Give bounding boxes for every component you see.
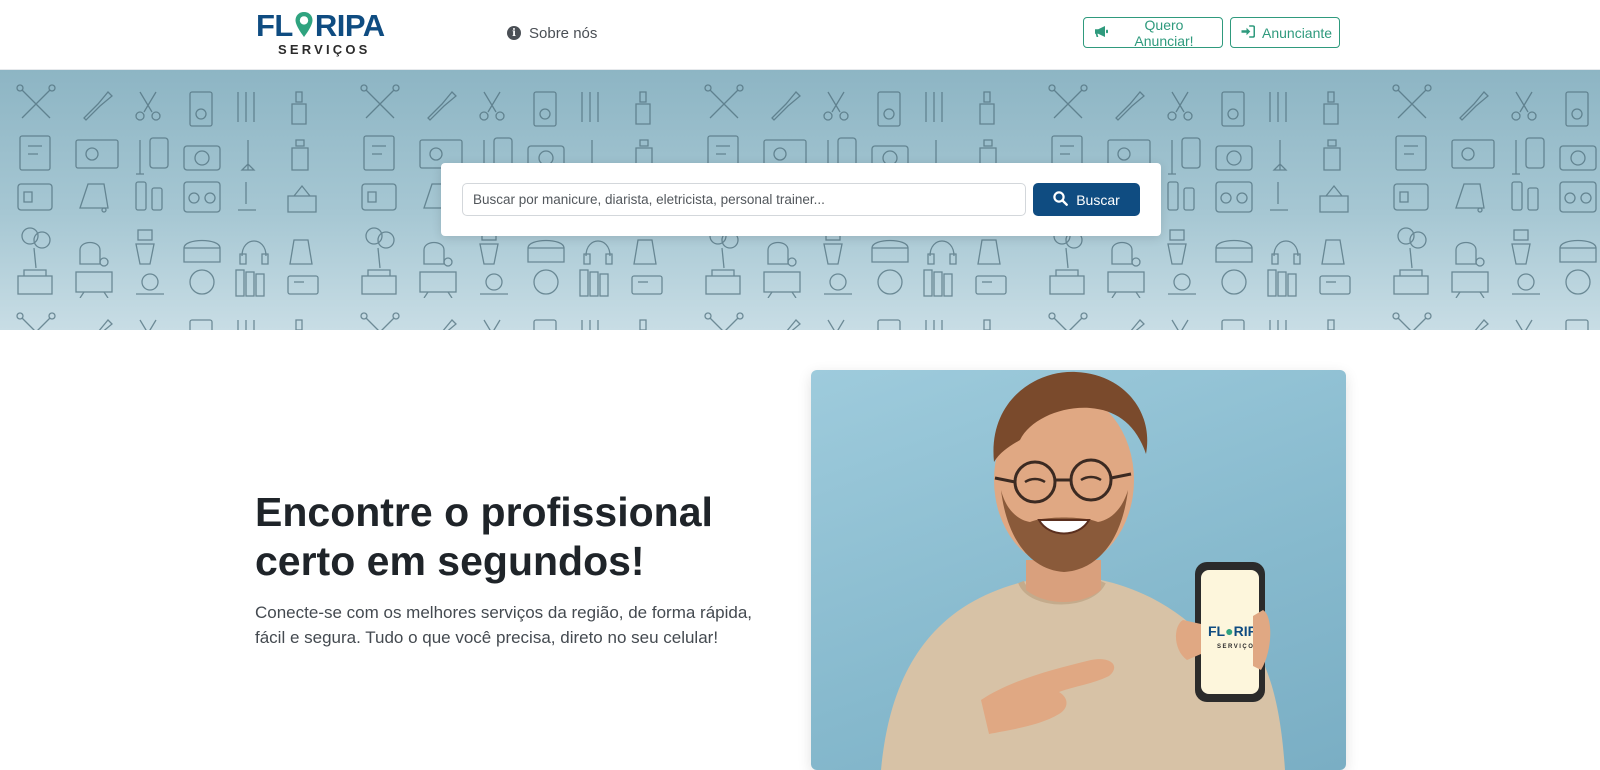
top-navbar: FL RIPA SERVIÇOS i Sobre nós Quero Anunci…: [0, 0, 1600, 70]
search-input[interactable]: [462, 183, 1026, 216]
logo-text-start: FL: [256, 8, 293, 43]
advertiser-label: Anunciante: [1262, 24, 1333, 41]
info-icon: i: [507, 26, 521, 40]
bullhorn-icon: [1094, 25, 1109, 41]
search-card: Buscar: [441, 163, 1161, 236]
advertise-button[interactable]: Quero Anunciar!: [1083, 16, 1223, 49]
logo-text-end: RIPA: [314, 8, 385, 43]
map-pin-icon: [294, 11, 314, 39]
hero-banner: Buscar: [0, 70, 1600, 330]
about-label: Sobre nós: [529, 24, 598, 42]
search-icon: [1053, 190, 1069, 209]
hero-title: Encontre o profissional certo em segundo…: [255, 489, 713, 584]
advertise-label: Quero Anunciar!: [1134, 16, 1194, 49]
hero-image: FL●RIPA SERVIÇOS: [811, 370, 1346, 770]
logo-subtitle: SERVIÇOS: [278, 42, 371, 57]
search-button[interactable]: Buscar: [1033, 183, 1140, 216]
about-link[interactable]: i Sobre nós: [507, 23, 597, 43]
hero-description: Conecte-se com os melhores serviços da r…: [255, 603, 753, 647]
sign-in-icon: [1241, 24, 1256, 41]
site-logo[interactable]: FL RIPA SERVIÇOS: [256, 10, 392, 58]
logo-wordmark: FL RIPA: [256, 10, 385, 42]
search-button-label: Buscar: [1076, 191, 1120, 208]
advertiser-login-button[interactable]: Anunciante: [1230, 17, 1340, 48]
smiling-man-with-phone-illustration: FL●RIPA SERVIÇOS: [881, 371, 1285, 770]
